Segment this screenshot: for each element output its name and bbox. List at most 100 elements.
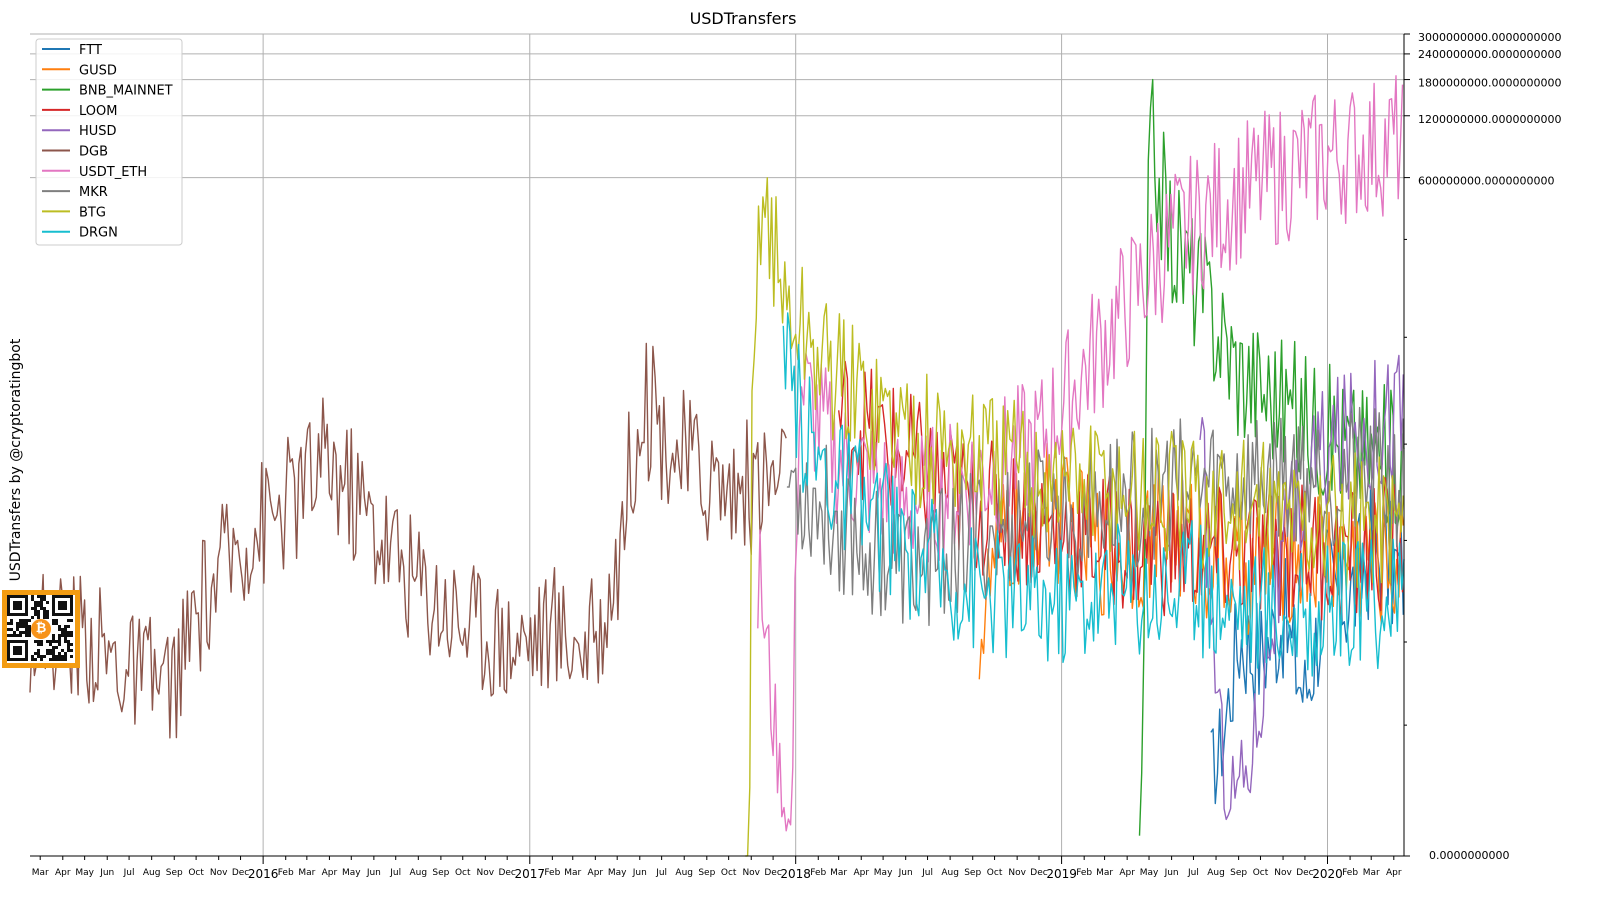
x-month-label-51: Oct xyxy=(1253,868,1269,878)
legend-label-usdt-eth: USDT_ETH xyxy=(79,165,147,180)
x-month-label-2: May xyxy=(75,868,94,878)
y-tick-label-0: 3000000000.0000000000 xyxy=(1418,31,1561,44)
legend-label-bnb-mainnet: BNB_MAINNET xyxy=(79,84,173,99)
x-year-label-2: 2018 xyxy=(780,867,811,881)
x-month-label-49: Aug xyxy=(1207,868,1225,878)
qr-module xyxy=(46,601,49,604)
x-month-label-21: Feb xyxy=(544,868,560,878)
qr-module xyxy=(43,655,46,658)
x-month-label-40: Oct xyxy=(987,868,1003,878)
x-month-label-19: Nov xyxy=(477,868,495,878)
qr-module xyxy=(70,619,73,622)
x-month-label-0: Mar xyxy=(32,868,49,878)
x-month-label-26: Jul xyxy=(655,868,667,878)
x-month-label-32: Feb xyxy=(810,868,826,878)
x-month-label-6: Sep xyxy=(166,868,183,878)
donation-qr-code: ₿ xyxy=(2,590,80,668)
qr-module xyxy=(40,658,43,661)
x-month-label-5: Aug xyxy=(143,868,161,878)
qr-module xyxy=(70,655,73,658)
x-month-label-15: Jul xyxy=(389,868,401,878)
x-month-label-7: Oct xyxy=(188,868,204,878)
x-month-label-52: Nov xyxy=(1274,868,1292,878)
qr-module xyxy=(37,616,40,619)
x-month-label-8: Nov xyxy=(210,868,228,878)
x-month-label-37: Jul xyxy=(921,868,933,878)
x-month-label-27: Aug xyxy=(675,868,693,878)
x-month-label-43: Feb xyxy=(1076,868,1092,878)
x-month-label-30: Nov xyxy=(742,868,760,878)
x-month-label-11: Mar xyxy=(298,868,315,878)
x-month-label-39: Sep xyxy=(964,868,981,878)
x-month-label-48: Jul xyxy=(1187,868,1199,878)
y-tick-label-3: 1200000000.0000000000 xyxy=(1418,113,1561,126)
x-month-label-54: Feb xyxy=(1342,868,1358,878)
x-month-label-17: Sep xyxy=(432,868,449,878)
x-month-label-24: May xyxy=(608,868,627,878)
qr-code-pattern: ₿ xyxy=(7,595,75,663)
x-year-label-4: 2020 xyxy=(1312,867,1343,881)
x-month-label-31: Dec xyxy=(764,868,781,878)
qr-module xyxy=(58,643,61,646)
x-month-label-45: Apr xyxy=(1119,868,1135,878)
usdtransfers-chart: USDTransfers USDTransfers by @cryptorati… xyxy=(0,0,1620,920)
x-month-label-16: Aug xyxy=(410,868,428,878)
x-month-label-14: Jun xyxy=(366,868,381,878)
legend-label-loom: LOOM xyxy=(79,104,117,119)
qr-module xyxy=(55,646,58,649)
y-tick-label-1: 2400000000.0000000000 xyxy=(1418,48,1561,61)
x-month-label-42: Dec xyxy=(1030,868,1047,878)
qr-module xyxy=(34,658,37,661)
legend-label-ftt: FTT xyxy=(79,43,102,58)
x-month-label-25: Jun xyxy=(632,868,647,878)
legend-label-gusd: GUSD xyxy=(79,63,117,78)
x-month-label-9: Dec xyxy=(232,868,249,878)
x-month-label-53: Dec xyxy=(1296,868,1313,878)
x-month-label-23: Apr xyxy=(588,868,604,878)
legend: FTT GUSD BNB_MAINNET LOOM HUSD DGB USDT_ETH MKR… xyxy=(35,38,183,246)
x-month-label-22: Mar xyxy=(564,868,581,878)
legend-label-dgb: DGB xyxy=(79,145,108,160)
qr-module xyxy=(19,634,22,637)
x-month-label-33: Mar xyxy=(830,868,847,878)
x-month-label-34: Apr xyxy=(853,868,869,878)
qr-module xyxy=(70,634,73,637)
x-month-label-46: May xyxy=(1140,868,1159,878)
y-tick-label-5: 0.0000000000 xyxy=(1429,849,1509,862)
x-month-label-35: May xyxy=(874,868,893,878)
x-month-label-3: Jun xyxy=(99,868,114,878)
x-month-label-55: Mar xyxy=(1363,868,1380,878)
qr-module xyxy=(40,643,43,646)
x-year-label-0: 2016 xyxy=(248,867,279,881)
x-month-label-12: Apr xyxy=(322,868,338,878)
legend-label-btg: BTG xyxy=(79,205,106,220)
y-tick-label-2: 1800000000.0000000000 xyxy=(1418,77,1561,90)
qr-module xyxy=(28,634,31,637)
x-month-label-10: Feb xyxy=(278,868,294,878)
x-month-label-36: Jun xyxy=(898,868,913,878)
qr-module xyxy=(46,616,49,619)
bitcoin-icon: ₿ xyxy=(31,619,51,639)
x-month-label-44: Mar xyxy=(1096,868,1113,878)
x-month-label-28: Sep xyxy=(698,868,715,878)
qr-module xyxy=(28,619,31,622)
chart-title: USDTransfers xyxy=(690,9,797,28)
x-year-label-1: 2017 xyxy=(514,867,545,881)
x-month-label-13: May xyxy=(342,868,361,878)
legend-label-husd: HUSD xyxy=(79,124,117,139)
x-month-label-56: Apr xyxy=(1386,868,1402,878)
qr-finder-pattern xyxy=(13,646,22,655)
x-month-label-50: Sep xyxy=(1230,868,1247,878)
y-axis-label: USDTransfers by @cryptoratingbot xyxy=(8,338,24,581)
x-month-label-4: Jul xyxy=(123,868,135,878)
qr-finder-pattern xyxy=(58,601,67,610)
qr-module xyxy=(10,622,13,625)
x-month-label-18: Oct xyxy=(455,868,471,878)
qr-finder-pattern xyxy=(13,601,22,610)
x-month-label-38: Aug xyxy=(941,868,959,878)
x-year-label-3: 2019 xyxy=(1046,867,1077,881)
x-month-label-41: Nov xyxy=(1008,868,1026,878)
legend-label-mkr: MKR xyxy=(79,185,108,200)
legend-label-drgn: DRGN xyxy=(79,226,118,241)
qr-module xyxy=(70,643,73,646)
